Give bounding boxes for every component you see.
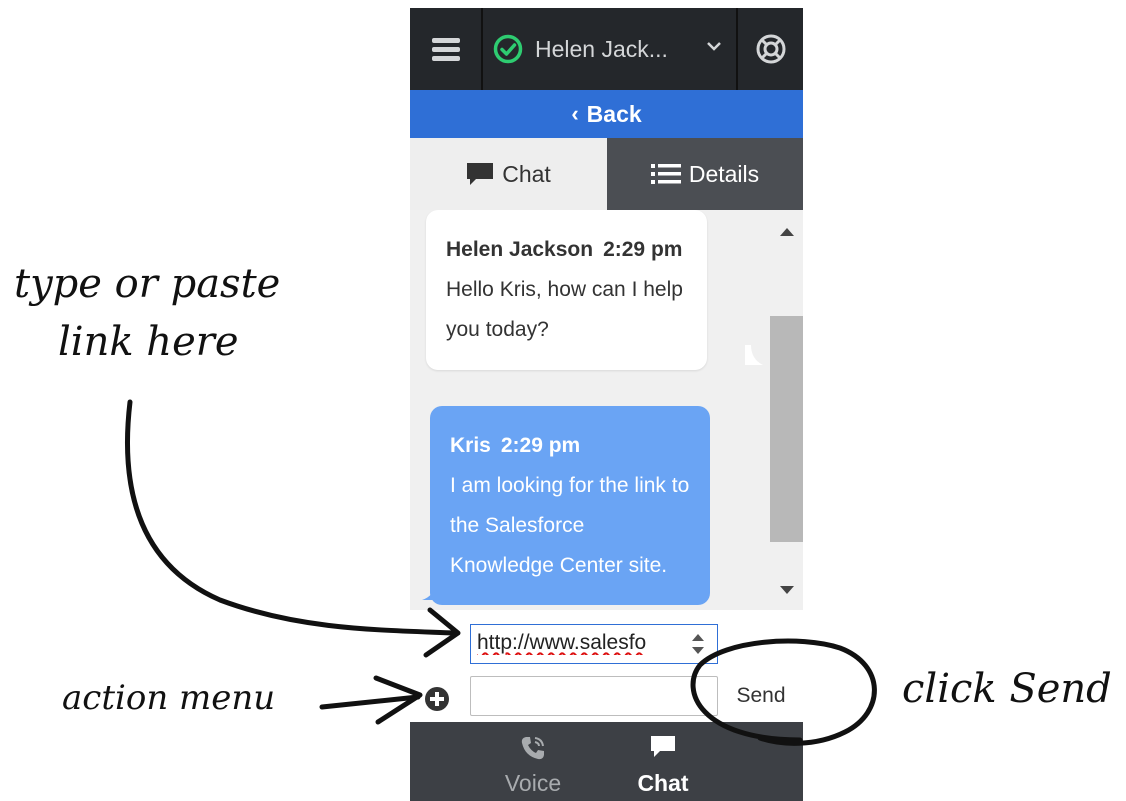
chat-message-customer: Kris 2:29 pm I am looking for the link to… bbox=[430, 406, 710, 605]
list-icon bbox=[650, 164, 681, 184]
bubble-tail-agent bbox=[745, 345, 763, 365]
message-header: Kris 2:29 pm bbox=[450, 426, 690, 466]
url-input[interactable]: http://www.salesfo bbox=[470, 624, 718, 664]
annotation-action-menu: action menu bbox=[62, 678, 276, 718]
back-button[interactable]: ‹ Back bbox=[410, 90, 803, 138]
chat-widget: Helen Jack... ‹ Back Chat Details Helen … bbox=[410, 8, 803, 801]
top-bar: Helen Jack... bbox=[410, 8, 803, 90]
message-text: Hello Kris, how can I help you today? bbox=[446, 278, 683, 341]
message-text: I am looking for the link to the Salesfo… bbox=[450, 474, 690, 577]
message-time: 2:29 pm bbox=[603, 238, 683, 261]
bottom-nav: Voice Chat bbox=[410, 722, 803, 801]
annotation-line-1: type or paste bbox=[14, 261, 281, 307]
message-time: 2:29 pm bbox=[500, 434, 581, 457]
tab-chat-label: Chat bbox=[502, 160, 551, 187]
target-icon bbox=[756, 34, 785, 64]
send-button[interactable]: Send bbox=[724, 680, 798, 712]
hamburger-menu-icon bbox=[431, 38, 460, 61]
agent-status-dropdown[interactable]: Helen Jack... bbox=[483, 8, 738, 90]
tab-details[interactable]: Details bbox=[607, 138, 803, 210]
nav-chat[interactable]: Chat bbox=[598, 722, 728, 801]
chat-icon bbox=[651, 736, 675, 757]
chevron-down-icon bbox=[707, 42, 721, 51]
message-sender: Kris bbox=[450, 434, 491, 457]
annotation-line-2: link here bbox=[58, 319, 239, 365]
menu-button[interactable] bbox=[410, 8, 483, 90]
phone-icon bbox=[521, 737, 544, 760]
arrow-to-url-field bbox=[124, 399, 458, 636]
message-input[interactable] bbox=[470, 676, 718, 716]
chat-bubble-icon bbox=[467, 163, 494, 185]
scroll-up-arrow[interactable] bbox=[780, 228, 794, 236]
chat-message-agent: Helen Jackson 2:29 pm Hello Kris, how can… bbox=[426, 210, 707, 370]
status-check-icon bbox=[493, 34, 523, 64]
message-header: Helen Jackson 2:29 pm bbox=[446, 230, 687, 270]
tab-details-label: Details bbox=[688, 160, 760, 187]
transcript-scrollbar[interactable] bbox=[770, 210, 803, 610]
annotation-click-send: click Send bbox=[902, 666, 1112, 712]
tab-chat[interactable]: Chat bbox=[410, 138, 607, 210]
composer: http://www.salesfo Send bbox=[410, 610, 803, 722]
url-input-value: http://www.salesfo bbox=[477, 631, 647, 654]
arrow-to-action-menu bbox=[319, 694, 421, 710]
back-label: Back bbox=[586, 100, 642, 127]
nav-voice-label: Voice bbox=[504, 770, 562, 796]
spinner-arrows-icon[interactable] bbox=[691, 632, 705, 656]
bubble-tail-customer bbox=[422, 582, 438, 600]
target-button[interactable] bbox=[738, 8, 803, 90]
nav-chat-label: Chat bbox=[637, 770, 689, 796]
action-menu-plus-icon[interactable] bbox=[424, 686, 450, 712]
message-sender: Helen Jackson bbox=[446, 238, 594, 261]
chevron-left-icon: ‹ bbox=[571, 101, 579, 126]
scroll-down-arrow[interactable] bbox=[780, 586, 794, 594]
annotation-type-or-paste: type or paste link here bbox=[14, 255, 280, 371]
nav-voice[interactable]: Voice bbox=[468, 722, 598, 801]
scroll-thumb[interactable] bbox=[770, 316, 803, 542]
tab-bar: Chat Details bbox=[410, 138, 803, 210]
agent-name: Helen Jack... bbox=[535, 35, 668, 62]
chat-transcript[interactable]: Helen Jackson 2:29 pm Hello Kris, how can… bbox=[410, 210, 803, 610]
